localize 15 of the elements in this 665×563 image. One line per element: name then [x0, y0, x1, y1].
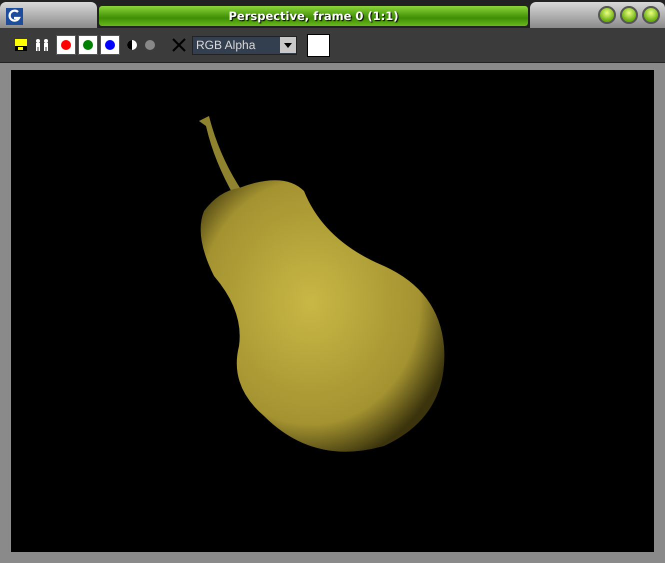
- app-logo-icon: [6, 8, 23, 25]
- channel-dropdown[interactable]: RGB Alpha: [192, 36, 297, 54]
- dropdown-caret-icon[interactable]: [280, 37, 296, 53]
- window-control-button[interactable]: [620, 6, 638, 24]
- circle-icon[interactable]: [144, 39, 156, 51]
- channel-toggle-button[interactable]: [100, 35, 120, 55]
- window-control-button[interactable]: [642, 6, 660, 24]
- window-title: Perspective, frame 0 (1:1): [99, 6, 528, 26]
- channel-toggle-button[interactable]: [56, 35, 76, 55]
- contrast-icon[interactable]: [126, 39, 138, 51]
- save-icon[interactable]: [14, 38, 28, 52]
- channel-toggle-button[interactable]: [78, 35, 98, 55]
- people-icon[interactable]: [34, 38, 50, 52]
- color-swatch[interactable]: [307, 34, 330, 56]
- window-control-button[interactable]: [598, 6, 616, 24]
